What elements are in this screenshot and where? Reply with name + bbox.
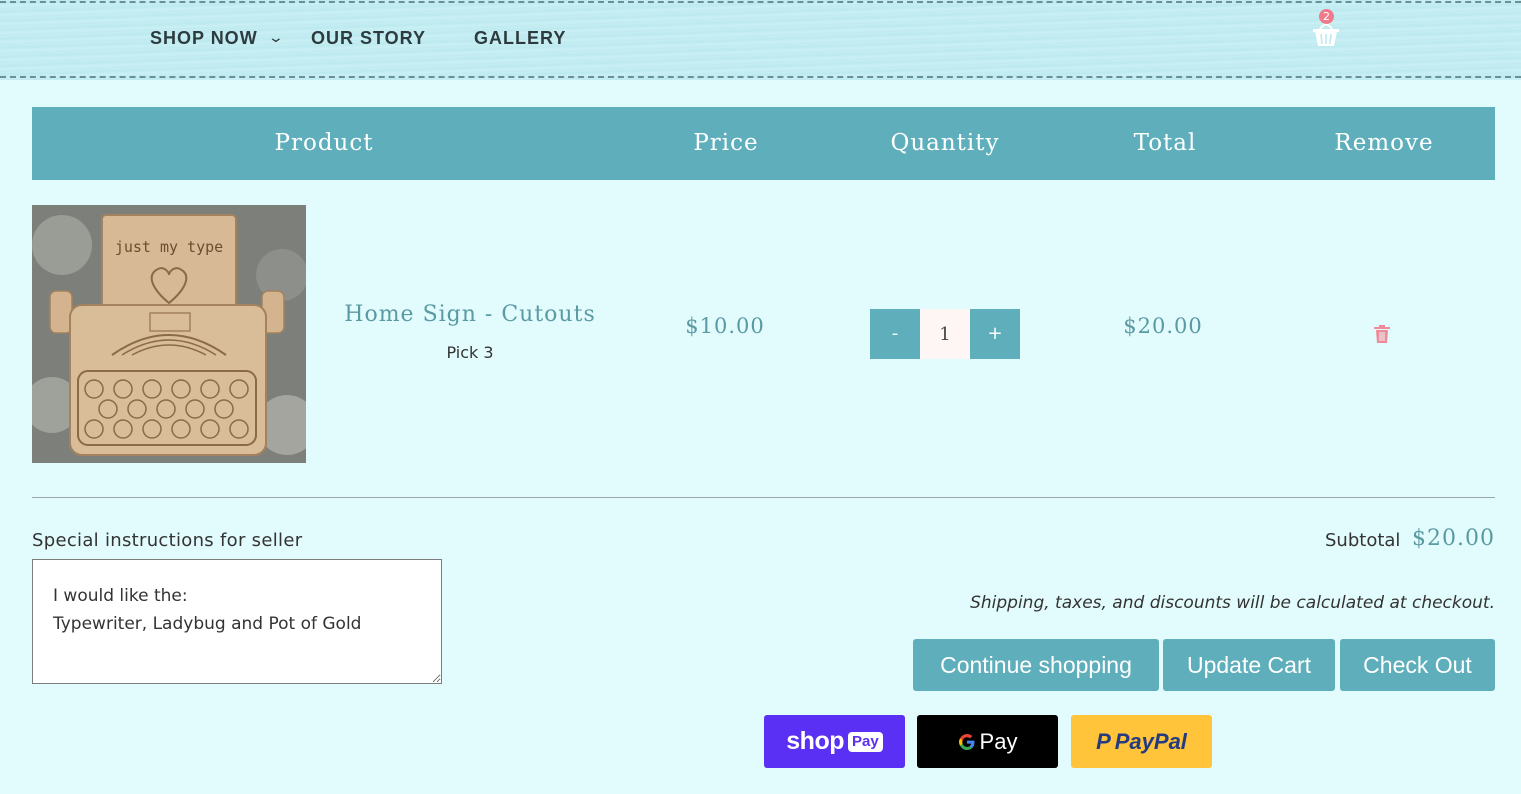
cart-table-header: Product Price Quantity Total Remove: [32, 107, 1495, 180]
shop-pay-button[interactable]: shop Pay: [764, 715, 905, 768]
notes-label: Special instructions for seller: [32, 530, 303, 551]
paypal-wordmark: PayPal: [1114, 728, 1187, 754]
product-image[interactable]: just my type: [32, 205, 306, 463]
product-variant: Pick 3: [446, 343, 494, 362]
quantity-input[interactable]: [920, 309, 970, 359]
subtotal-label: Subtotal: [1325, 530, 1401, 551]
nav-our-story[interactable]: OUR STORY: [311, 28, 426, 49]
seller-instructions-textarea[interactable]: I would like the: Typewriter, Ladybug an…: [32, 559, 442, 684]
shop-pay-wordmark: shop: [786, 727, 844, 755]
nav-shop-now[interactable]: SHOP NOW: [150, 28, 258, 49]
divider: [32, 497, 1495, 498]
header-product: Product: [274, 130, 374, 156]
trash-icon[interactable]: [1374, 325, 1390, 343]
image-caption: just my type: [115, 238, 223, 256]
google-pay-label: Pay: [979, 728, 1018, 754]
cart-count-badge[interactable]: 2: [1319, 9, 1334, 24]
item-total: $20.00: [1123, 314, 1203, 338]
quantity-decrease-button[interactable]: -: [870, 309, 920, 359]
google-g-icon: [958, 733, 975, 750]
nav-gallery[interactable]: GALLERY: [474, 28, 566, 49]
site-header: SHOP NOW ⌄ OUR STORY GALLERY 2: [0, 0, 1521, 80]
checkout-button[interactable]: Check Out: [1340, 639, 1495, 691]
header-total: Total: [1133, 130, 1197, 156]
chevron-down-icon[interactable]: ⌄: [268, 29, 284, 46]
header-remove: Remove: [1334, 130, 1434, 156]
quantity-increase-button[interactable]: +: [970, 309, 1020, 359]
continue-shopping-button[interactable]: Continue shopping: [913, 639, 1159, 691]
update-cart-button[interactable]: Update Cart: [1163, 639, 1335, 691]
header-price: Price: [693, 130, 759, 156]
product-name-link[interactable]: Home Sign - Cutouts: [344, 302, 595, 327]
shipping-note: Shipping, taxes, and discounts will be c…: [970, 593, 1495, 613]
paypal-button[interactable]: P PayPal: [1071, 715, 1212, 768]
item-price: $10.00: [685, 314, 765, 338]
subtotal-value: $20.00: [1412, 526, 1495, 551]
paypal-p-icon: P: [1096, 728, 1111, 754]
header-quantity: Quantity: [890, 130, 1000, 156]
shop-pay-badge: Pay: [848, 731, 883, 752]
google-pay-button[interactable]: Pay: [917, 715, 1058, 768]
